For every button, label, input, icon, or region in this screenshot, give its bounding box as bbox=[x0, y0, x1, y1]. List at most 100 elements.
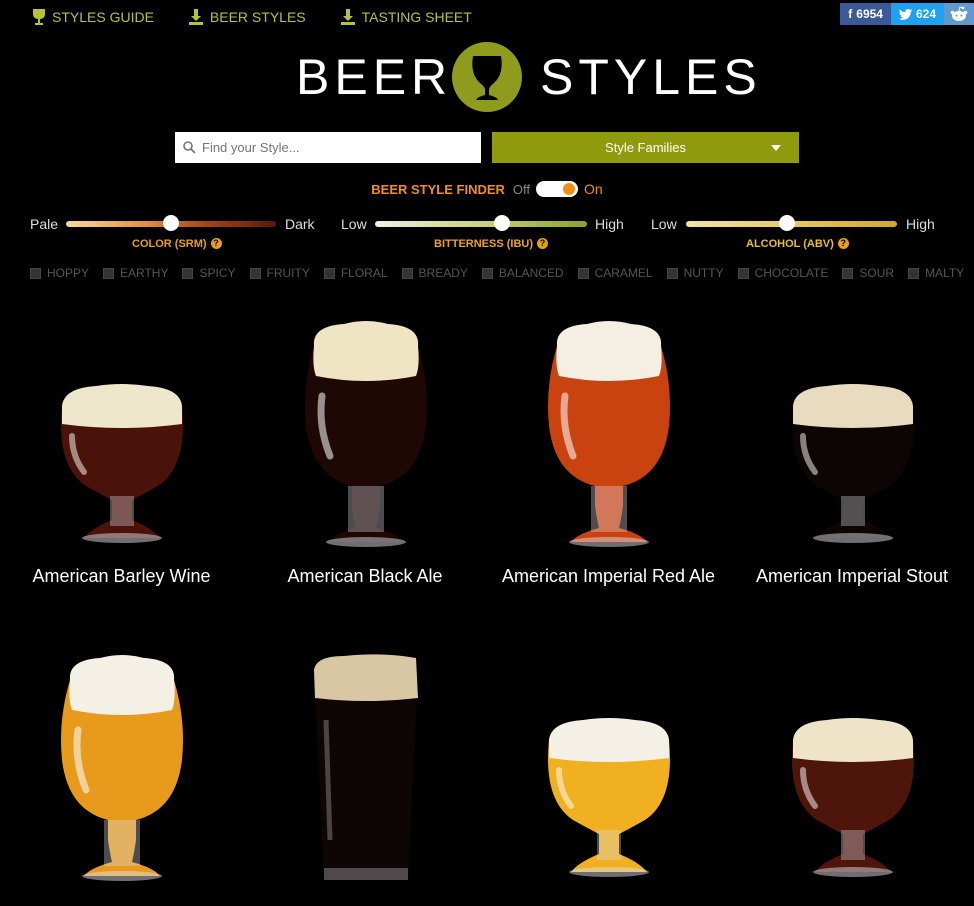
flavor-label: BREADY bbox=[418, 266, 468, 280]
flavor-label: EARTHY bbox=[120, 266, 169, 280]
social-share: f 6954 624 bbox=[840, 3, 974, 25]
facebook-count: 6954 bbox=[856, 7, 883, 21]
slider-high-label: High bbox=[906, 216, 935, 232]
flavor-checkbox-fruity[interactable]: FRUITY bbox=[249, 266, 310, 280]
flavor-filters: HOPPY EARTHY SPICY FRUITY FLORAL BREADY BALANC… bbox=[30, 266, 974, 280]
caption-text: BITTERNESS (IBU) bbox=[434, 238, 533, 250]
search-input[interactable] bbox=[200, 139, 474, 156]
beer-glass-image[interactable] bbox=[244, 306, 487, 556]
site-logo[interactable]: BEER STYLES bbox=[0, 40, 974, 112]
checkbox[interactable] bbox=[103, 267, 115, 279]
slider-track[interactable] bbox=[375, 221, 587, 227]
reddit-icon bbox=[950, 6, 968, 21]
top-nav: STYLES GUIDE BEER STYLES TASTING SHEET bbox=[32, 8, 506, 26]
logo-word-styles: STYLES bbox=[540, 49, 762, 105]
style-families-dropdown[interactable]: Style Families bbox=[492, 132, 799, 163]
slider-low-label: Low bbox=[341, 216, 367, 232]
flavor-checkbox-hoppy[interactable]: HOPPY bbox=[30, 266, 89, 280]
flavor-label: FLORAL bbox=[340, 266, 388, 280]
search-icon bbox=[183, 141, 196, 154]
beer-card[interactable]: American Black Ale bbox=[244, 306, 487, 587]
flavor-label: HOPPY bbox=[47, 266, 90, 280]
beer-glass-image[interactable] bbox=[244, 640, 487, 890]
flavor-checkbox-sour[interactable]: SOUR bbox=[842, 266, 894, 280]
beer-card[interactable]: American Imperial Stout bbox=[731, 306, 974, 587]
checkbox[interactable] bbox=[30, 267, 41, 279]
beer-glass-image[interactable] bbox=[0, 306, 243, 556]
finder-on-label: On bbox=[584, 181, 603, 197]
checkbox[interactable] bbox=[249, 267, 261, 279]
bitterness-ibu-slider: Low High BITTERNESS (IBU)? bbox=[341, 214, 633, 264]
nav-label: TASTING SHEET bbox=[361, 9, 472, 25]
flavor-checkbox-earthy[interactable]: EARTHY bbox=[103, 266, 168, 280]
beer-style-finder: BEER STYLE FINDER Off On bbox=[0, 181, 974, 197]
flavor-checkbox-chocolate[interactable]: CHOCOLATE bbox=[737, 266, 829, 280]
help-icon[interactable]: ? bbox=[837, 238, 849, 249]
flavor-checkbox-spicy[interactable]: SPICY bbox=[182, 266, 236, 280]
search-box[interactable] bbox=[175, 132, 481, 163]
finder-off-label: Off bbox=[512, 181, 531, 197]
beer-card[interactable] bbox=[487, 640, 730, 890]
caption-text: COLOR (SRM) bbox=[132, 238, 207, 250]
flavor-checkbox-nutty[interactable]: NUTTY bbox=[666, 266, 724, 280]
flavor-checkbox-floral[interactable]: FLORAL bbox=[323, 266, 388, 280]
checkbox[interactable] bbox=[737, 267, 749, 279]
facebook-share-button[interactable]: f 6954 bbox=[840, 3, 891, 25]
checkbox[interactable] bbox=[481, 267, 493, 279]
flavor-label: SPICY bbox=[199, 266, 236, 280]
help-icon[interactable]: ? bbox=[210, 238, 222, 249]
beer-name[interactable]: American Imperial Red Ale bbox=[487, 566, 730, 587]
download-icon bbox=[340, 9, 355, 25]
beer-glass-image[interactable] bbox=[731, 306, 974, 556]
checkbox[interactable] bbox=[182, 267, 194, 279]
slider-low-label: Pale bbox=[30, 216, 59, 232]
nav-styles-guide[interactable]: STYLES GUIDE bbox=[32, 8, 154, 26]
beer-card[interactable] bbox=[0, 640, 243, 890]
slider-thumb[interactable] bbox=[494, 215, 511, 231]
flavor-label: NUTTY bbox=[683, 266, 724, 280]
chevron-down-icon bbox=[771, 145, 781, 151]
checkbox[interactable] bbox=[666, 267, 678, 279]
help-icon[interactable]: ? bbox=[537, 238, 548, 249]
slider-thumb[interactable] bbox=[163, 215, 179, 231]
flavor-checkbox-malty[interactable]: MALTY bbox=[908, 266, 964, 280]
reddit-share-button[interactable] bbox=[944, 3, 974, 25]
flavor-label: FRUITY bbox=[266, 266, 310, 280]
finder-toggle[interactable] bbox=[536, 181, 579, 197]
checkbox[interactable] bbox=[401, 267, 413, 279]
beer-name[interactable]: American Imperial Stout bbox=[731, 566, 974, 587]
beer-card[interactable]: American Imperial Red Ale bbox=[487, 306, 730, 587]
checkbox[interactable] bbox=[908, 267, 920, 279]
beer-glass-image[interactable] bbox=[731, 640, 974, 890]
logo-glass-icon bbox=[452, 42, 522, 112]
beer-name[interactable]: American Black Ale bbox=[244, 566, 487, 587]
beer-glass-image[interactable] bbox=[0, 640, 243, 890]
beer-glass-image[interactable] bbox=[487, 306, 730, 556]
logo-word-beer: BEER bbox=[296, 49, 453, 105]
slider-high-label: Dark bbox=[285, 216, 315, 232]
flavor-checkbox-caramel[interactable]: CARAMEL bbox=[577, 266, 653, 280]
beer-name[interactable]: American Barley Wine bbox=[0, 566, 243, 587]
checkbox[interactable] bbox=[323, 267, 335, 279]
alcohol-abv-slider: Low High ALCOHOL (ABV)? bbox=[651, 214, 943, 264]
nav-beer-styles[interactable]: BEER STYLES bbox=[188, 8, 306, 26]
flavor-label: CHOCOLATE bbox=[754, 266, 829, 280]
beer-glass-image[interactable] bbox=[487, 640, 730, 890]
twitter-share-button[interactable]: 624 bbox=[890, 3, 944, 25]
twitter-count: 624 bbox=[915, 7, 936, 21]
nav-label: STYLES GUIDE bbox=[52, 9, 154, 25]
checkbox[interactable] bbox=[842, 267, 854, 279]
nav-tasting-sheet[interactable]: TASTING SHEET bbox=[340, 8, 472, 26]
beer-card[interactable] bbox=[731, 640, 974, 890]
color-srm-slider: Pale Dark COLOR (SRM)? bbox=[30, 214, 322, 264]
beer-card[interactable] bbox=[244, 640, 487, 890]
slider-caption: ALCOHOL (ABV)? bbox=[746, 238, 849, 250]
beer-card[interactable]: American Barley Wine bbox=[0, 306, 243, 587]
glass-icon bbox=[33, 9, 45, 25]
checkbox[interactable] bbox=[577, 267, 589, 279]
flavor-checkbox-bready[interactable]: BREADY bbox=[401, 266, 468, 280]
finder-label: BEER STYLE FINDER bbox=[371, 181, 505, 197]
slider-low-label: Low bbox=[651, 216, 677, 232]
slider-thumb[interactable] bbox=[779, 215, 796, 231]
flavor-checkbox-balanced[interactable]: BALANCED bbox=[481, 266, 564, 280]
